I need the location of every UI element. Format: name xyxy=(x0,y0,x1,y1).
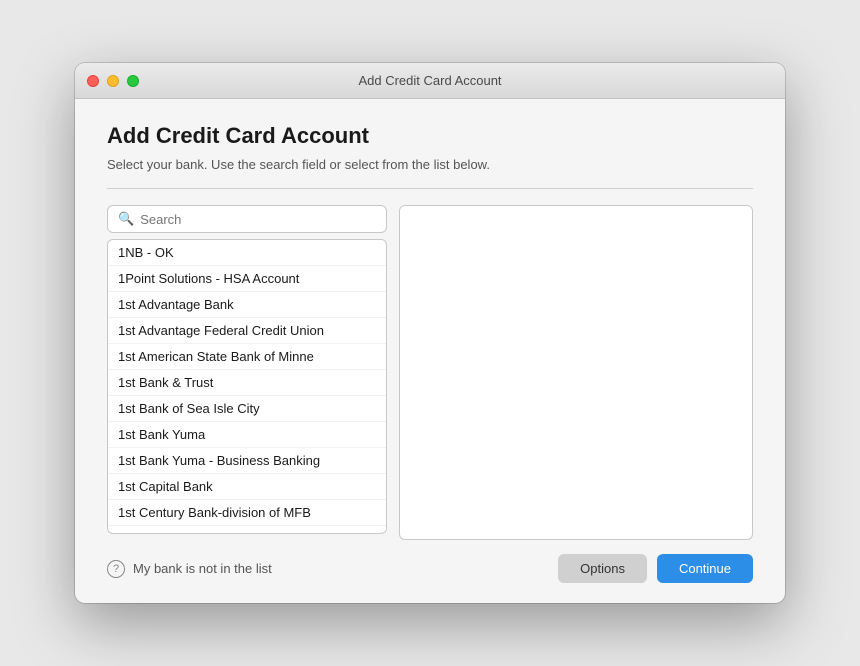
bank-list-item[interactable]: 1st Capital Bank xyxy=(108,474,386,500)
page-title: Add Credit Card Account xyxy=(107,123,753,149)
options-button[interactable]: Options xyxy=(558,554,647,583)
page-subtitle: Select your bank. Use the search field o… xyxy=(107,157,753,172)
right-panel xyxy=(399,205,753,540)
bank-list-item[interactable]: 1st Bank of Sea Isle City xyxy=(108,396,386,422)
bank-list-item[interactable]: 1NB - OK xyxy=(108,240,386,266)
maximize-button[interactable] xyxy=(127,75,139,87)
bank-list-item[interactable]: 1st Advantage Bank xyxy=(108,292,386,318)
bank-list-item[interactable]: 1st Choice Credit Union Atlanta GA xyxy=(108,526,386,534)
bank-list-item[interactable]: 1st Advantage Federal Credit Union xyxy=(108,318,386,344)
main-area: 🔍 1NB - OK1Point Solutions - HSA Account… xyxy=(107,205,753,540)
not-in-list-area: ? My bank is not in the list xyxy=(107,560,548,578)
bank-list-item[interactable]: 1st Bank & Trust xyxy=(108,370,386,396)
left-panel: 🔍 1NB - OK1Point Solutions - HSA Account… xyxy=(107,205,387,540)
search-icon: 🔍 xyxy=(118,211,134,227)
search-input[interactable] xyxy=(140,212,376,227)
bank-list-item[interactable]: 1Point Solutions - HSA Account xyxy=(108,266,386,292)
bank-list-item[interactable]: 1st American State Bank of Minne xyxy=(108,344,386,370)
help-icon[interactable]: ? xyxy=(107,560,125,578)
search-box: 🔍 xyxy=(107,205,387,233)
title-bar: Add Credit Card Account xyxy=(75,63,785,99)
close-button[interactable] xyxy=(87,75,99,87)
main-window: Add Credit Card Account Add Credit Card … xyxy=(75,63,785,603)
footer: ? My bank is not in the list Options Con… xyxy=(107,540,753,583)
bank-list-item[interactable]: 1st Century Bank-division of MFB xyxy=(108,500,386,526)
window-title: Add Credit Card Account xyxy=(358,73,501,88)
minimize-button[interactable] xyxy=(107,75,119,87)
not-in-list-text: My bank is not in the list xyxy=(133,561,272,576)
continue-button[interactable]: Continue xyxy=(657,554,753,583)
bank-list-item[interactable]: 1st Bank Yuma - Business Banking xyxy=(108,448,386,474)
content-area: Add Credit Card Account Select your bank… xyxy=(75,99,785,603)
divider xyxy=(107,188,753,189)
bank-list[interactable]: 1NB - OK1Point Solutions - HSA Account1s… xyxy=(107,239,387,534)
bank-list-item[interactable]: 1st Bank Yuma xyxy=(108,422,386,448)
traffic-lights xyxy=(87,75,139,87)
